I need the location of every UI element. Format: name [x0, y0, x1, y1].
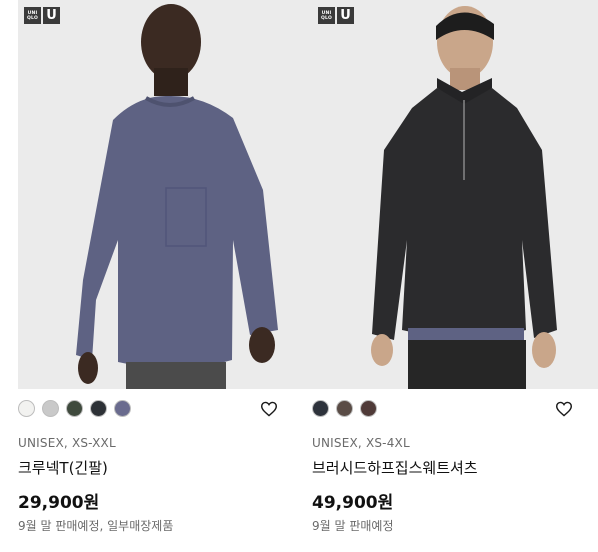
- availability-note: 9월 말 판매예정: [312, 519, 394, 533]
- uniqlo-logo-box: UNI QLO: [24, 7, 41, 24]
- model-photo-illustration: [76, 4, 278, 389]
- color-swatches: [312, 400, 377, 417]
- product-meta: UNISEX, XS-4XL: [312, 436, 410, 450]
- product-meta: UNISEX, XS-XXL: [18, 436, 116, 450]
- color-swatches: [18, 400, 131, 417]
- brand-logo: UNI QLO U: [24, 7, 60, 24]
- product-image[interactable]: UNI QLO U: [18, 0, 312, 389]
- logo-text-bottom: QLO: [321, 15, 332, 21]
- heart-outline-icon[interactable]: [555, 401, 573, 417]
- product-price: 29,900원: [18, 493, 100, 513]
- uniqlo-logo-box: UNI QLO: [318, 7, 335, 24]
- brand-logo: UNI QLO U: [318, 7, 354, 24]
- color-swatch[interactable]: [18, 400, 35, 417]
- color-swatch[interactable]: [114, 400, 131, 417]
- availability-note: 9월 말 판매예정, 일부매장제품: [18, 519, 174, 533]
- product-price: 49,900원: [312, 493, 394, 513]
- model-photo-illustration: [371, 6, 557, 389]
- u-line-logo-box: U: [337, 7, 354, 24]
- logo-text-bottom: QLO: [27, 15, 38, 21]
- color-swatch[interactable]: [360, 400, 377, 417]
- product-card-crewneck[interactable]: UNI QLO U UNISEX, XS-XXL 크루넥T(긴팔) 29,900…: [18, 0, 312, 552]
- product-card-halfzip[interactable]: UNI QLO U UNISEX, XS-4XL 브러시드하프집스웨트셔츠 49…: [312, 0, 598, 552]
- product-image[interactable]: UNI QLO U: [312, 0, 598, 389]
- color-swatch[interactable]: [90, 400, 107, 417]
- color-swatch[interactable]: [66, 400, 83, 417]
- heart-outline-icon[interactable]: [260, 401, 278, 417]
- color-swatch[interactable]: [336, 400, 353, 417]
- product-name[interactable]: 브러시드하프집스웨트셔츠: [312, 457, 478, 478]
- product-name[interactable]: 크루넥T(긴팔): [18, 457, 108, 478]
- color-swatch[interactable]: [42, 400, 59, 417]
- u-line-logo-box: U: [43, 7, 60, 24]
- color-swatch[interactable]: [312, 400, 329, 417]
